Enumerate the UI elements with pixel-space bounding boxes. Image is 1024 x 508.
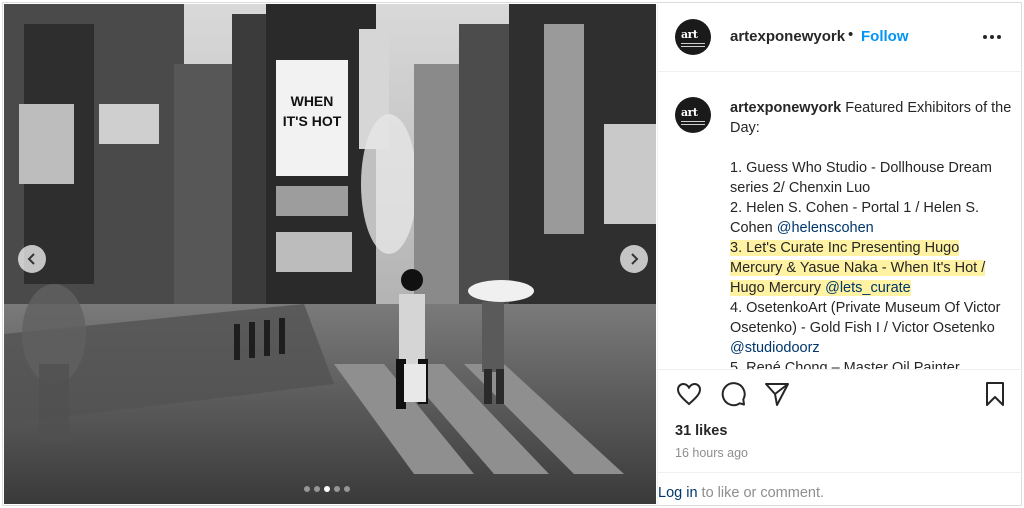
caption-mention[interactable]: @lets_curate [825, 280, 911, 296]
caption-list: 1. Guess Who Studio - Dollhouse Dream se… [730, 158, 1014, 369]
caption-item: 1. Guess Who Studio - Dollhouse Dream se… [730, 158, 1014, 198]
billboard-text-line-2: IT'S HOT [283, 113, 342, 129]
action-bar [658, 369, 1023, 419]
caption-item-text: 4. OsetenkoArt (Private Museum Of Victor… [730, 300, 1001, 336]
more-dots-icon [983, 35, 987, 39]
header-username[interactable]: artexponewyork [730, 28, 845, 45]
likes-count[interactable]: 31 likes [675, 423, 727, 439]
caption-avatar[interactable]: art [675, 97, 711, 133]
caption-item: 3. Let's Curate Inc Presenting Hugo Merc… [730, 238, 1014, 298]
carousel-next-button[interactable] [620, 245, 648, 273]
carousel-indicator [304, 486, 350, 492]
chevron-right-icon [631, 253, 639, 265]
caption-area: art artexponewyork Featured Exhibitors o… [658, 73, 1023, 369]
login-link[interactable]: Log in [658, 485, 698, 501]
post-side-panel: art artexponewyork • Follow art artexpon… [657, 4, 1023, 506]
carousel-dot [334, 486, 340, 492]
carousel-dot [314, 486, 320, 492]
caption-mention[interactable]: @helenscohen [777, 220, 874, 236]
caption-item-text: 1. Guess Who Studio - Dollhouse Dream se… [730, 160, 992, 196]
login-prompt-text: to like or comment. [697, 485, 825, 501]
caption-item: 4. OsetenkoArt (Private Museum Of Victor… [730, 298, 1014, 358]
chevron-left-icon [27, 253, 35, 265]
login-prompt: Log in to like or comment. [658, 472, 1023, 506]
caption-item-text: 5. René Chong – Master Oil Painter [730, 360, 960, 369]
avatar[interactable]: art [675, 19, 711, 55]
caption-mention[interactable]: @studiodoorz [730, 340, 820, 356]
follow-button[interactable]: Follow [861, 28, 909, 45]
street-photo: WHEN IT'S HOT [4, 4, 656, 504]
billboard-text-line-1: WHEN [291, 93, 334, 109]
carousel-dot [344, 486, 350, 492]
heart-icon[interactable] [675, 380, 703, 408]
caption-item: 5. René Chong – Master Oil Painter [730, 358, 1014, 369]
header-separator: • [848, 26, 854, 43]
bookmark-icon[interactable] [981, 380, 1009, 408]
carousel-prev-button[interactable] [18, 245, 46, 273]
caption-item: 2. Helen S. Cohen - Portal 1 / Helen S. … [730, 198, 1014, 238]
carousel-dot [304, 486, 310, 492]
caption-text: artexponewyork Featured Exhibitors of th… [730, 98, 1014, 369]
carousel-dot [324, 486, 330, 492]
post-timestamp[interactable]: 16 hours ago [675, 446, 748, 460]
comment-icon[interactable] [719, 380, 747, 408]
caption-username[interactable]: artexponewyork [730, 100, 841, 116]
avatar-logo-text: art [681, 106, 698, 119]
caption-intro-line: artexponewyork Featured Exhibitors of th… [730, 100, 1011, 136]
avatar-logo-text: art [681, 28, 698, 41]
post-media[interactable]: WHEN IT'S HOT [4, 4, 656, 504]
share-icon[interactable] [763, 380, 791, 408]
more-options-button[interactable] [980, 28, 1004, 46]
post-header: art artexponewyork • Follow [658, 4, 1023, 72]
